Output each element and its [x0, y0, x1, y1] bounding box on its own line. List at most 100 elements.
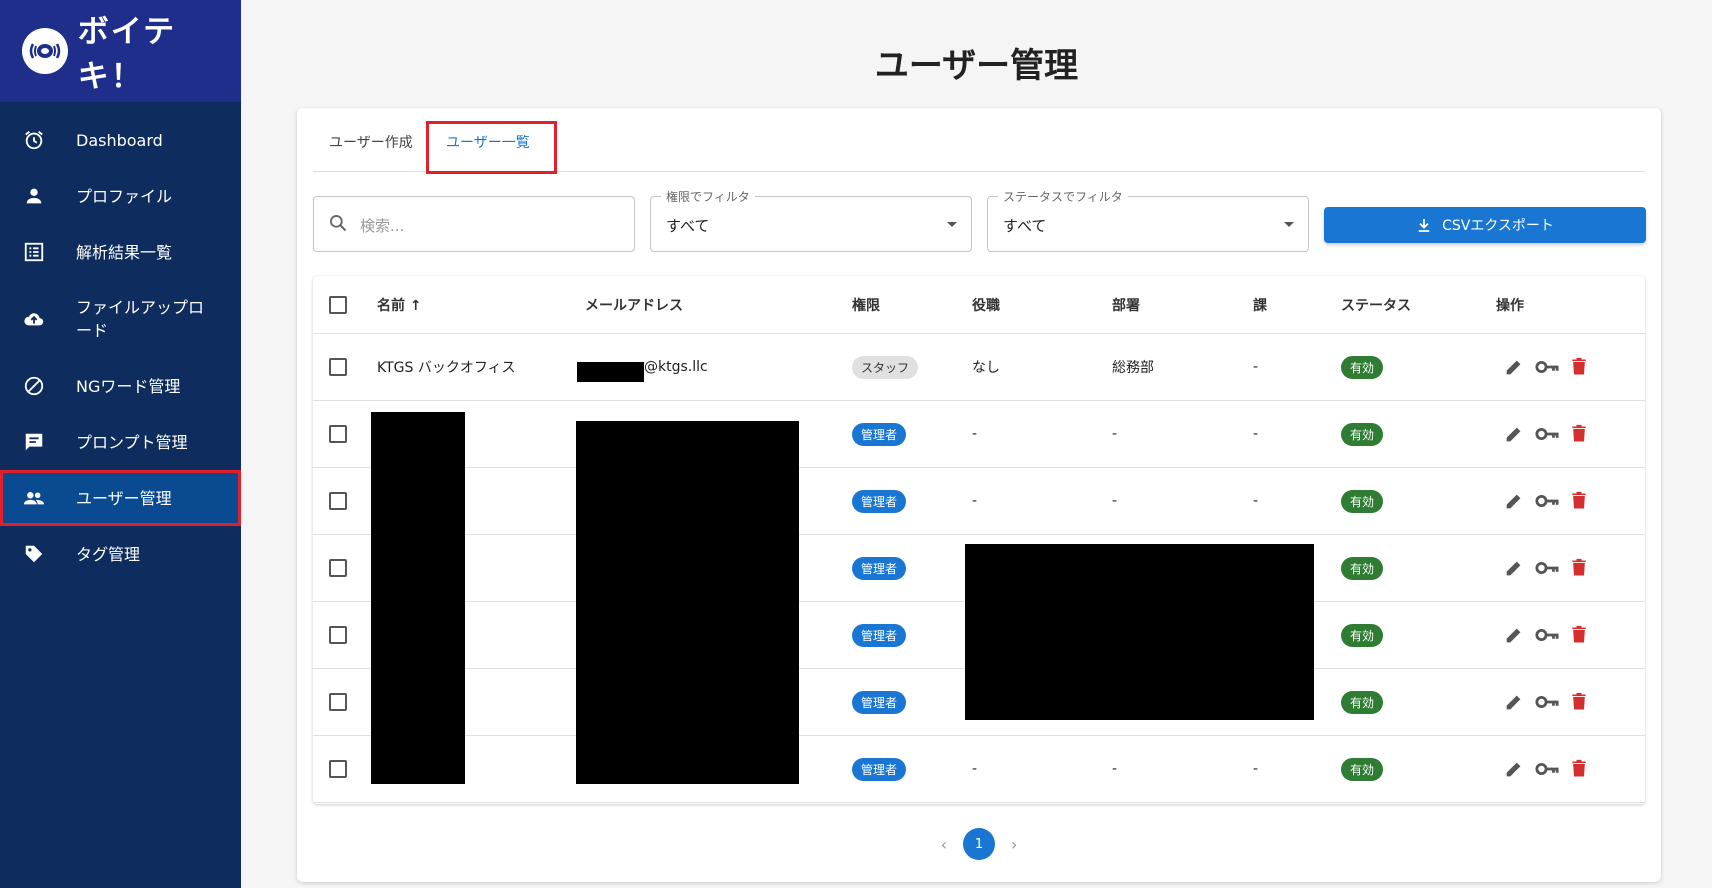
cell-status: 有効	[1341, 401, 1384, 467]
edit-icon[interactable]	[1503, 490, 1525, 512]
row-checkbox[interactable]	[329, 760, 347, 778]
cell-position: なし	[972, 360, 1000, 376]
row-actions	[1503, 401, 1599, 467]
header-status: ステータス	[1341, 297, 1411, 314]
key-icon[interactable]	[1535, 491, 1559, 511]
table-header-row: 名前 ↑ メールアドレス 権限 役職 部署 課 ステータス 操作	[313, 276, 1645, 334]
header-email: メールアドレス	[585, 297, 683, 314]
role-chip: 管理者	[852, 623, 907, 647]
key-icon[interactable]	[1535, 692, 1559, 712]
alarm-clock-icon	[22, 128, 46, 152]
row-actions	[1503, 736, 1599, 802]
user-table: 名前 ↑ メールアドレス 権限 役職 部署 課 ステータス 操作 KTGS バッ…	[313, 276, 1645, 804]
edit-icon[interactable]	[1503, 758, 1525, 780]
role-chip: 管理者	[852, 422, 907, 446]
logo-icon	[22, 28, 68, 74]
delete-icon[interactable]	[1569, 557, 1589, 579]
sidebar-item-profile[interactable]: プロファイル	[0, 168, 241, 224]
sidebar-item-label: 解析結果一覧	[76, 242, 173, 262]
people-icon	[22, 486, 46, 510]
sidebar-item-prompts[interactable]: プロンプト管理	[0, 414, 241, 470]
redaction-block	[371, 412, 465, 784]
status-chip: 有効	[1341, 422, 1384, 446]
cell-status: 有効	[1341, 535, 1384, 601]
cell-section: -	[1253, 426, 1259, 442]
tab-user-create[interactable]: ユーザー作成	[329, 132, 413, 152]
row-checkbox[interactable]	[329, 425, 347, 443]
app-logo[interactable]: ボイテキ！	[0, 0, 241, 102]
row-checkbox[interactable]	[329, 492, 347, 510]
delete-icon[interactable]	[1569, 356, 1589, 378]
cell-department: 総務部	[1112, 360, 1154, 376]
row-checkbox-cell	[329, 669, 347, 735]
download-icon	[1416, 217, 1432, 233]
sidebar-item-upload[interactable]: ファイルアップロード	[0, 280, 241, 358]
search-input[interactable]: 検索...	[313, 196, 635, 252]
sidebar-item-label: タグ管理	[76, 544, 141, 564]
row-checkbox-cell	[329, 468, 347, 534]
cell-section: -	[1253, 761, 1259, 777]
table-row: 管理者 - - - 有効	[313, 736, 1645, 803]
dropdown-arrow-icon	[1284, 222, 1294, 227]
edit-icon[interactable]	[1503, 624, 1525, 646]
tab-highlight-box	[426, 121, 557, 174]
row-checkbox-cell	[329, 535, 347, 601]
sidebar-item-label: プロファイル	[76, 186, 173, 206]
tag-icon	[22, 542, 46, 566]
csv-export-button[interactable]: CSVエクスポート	[1324, 207, 1646, 243]
tab-bar: ユーザー作成 ユーザー一覧	[313, 121, 1645, 174]
edit-icon[interactable]	[1503, 423, 1525, 445]
row-checkbox[interactable]	[329, 559, 347, 577]
next-page-button[interactable]: ›	[1011, 835, 1017, 854]
sidebar-item-users[interactable]: ユーザー管理	[0, 470, 241, 526]
sidebar-item-dashboard[interactable]: Dashboard	[0, 112, 241, 168]
row-checkbox[interactable]	[329, 358, 347, 376]
delete-icon[interactable]	[1569, 423, 1589, 445]
delete-icon[interactable]	[1569, 691, 1589, 713]
row-checkbox[interactable]	[329, 693, 347, 711]
sidebar-item-label: ファイルアップロード	[76, 298, 205, 340]
row-actions	[1503, 334, 1599, 400]
status-chip: 有効	[1341, 757, 1384, 781]
sidebar-item-ng-words[interactable]: NGワード管理	[0, 358, 241, 414]
edit-icon[interactable]	[1503, 356, 1525, 378]
page-1-button[interactable]: 1	[963, 828, 995, 860]
role-chip: 管理者	[852, 690, 907, 714]
cell-role: 管理者	[852, 535, 907, 601]
delete-icon[interactable]	[1569, 758, 1589, 780]
role-filter-select[interactable]: 権限でフィルタ すべて	[650, 188, 972, 252]
page-title: ユーザー管理	[874, 46, 1079, 86]
edit-icon[interactable]	[1503, 557, 1525, 579]
row-checkbox[interactable]	[329, 626, 347, 644]
select-all-checkbox[interactable]	[329, 295, 347, 314]
sidebar-item-tags[interactable]: タグ管理	[0, 526, 241, 582]
person-icon	[22, 184, 46, 208]
sidebar-item-label: NGワード管理	[76, 376, 181, 396]
status-filter-select[interactable]: ステータスでフィルタ すべて	[987, 188, 1309, 252]
role-chip: 管理者	[852, 556, 907, 580]
csv-export-label: CSVエクスポート	[1442, 218, 1554, 234]
cell-status: 有効	[1341, 669, 1384, 735]
cell-status: 有効	[1341, 602, 1384, 668]
key-icon[interactable]	[1535, 759, 1559, 779]
header-name[interactable]: 名前 ↑	[377, 276, 422, 333]
prev-page-button[interactable]: ‹	[941, 835, 947, 854]
key-icon[interactable]	[1535, 625, 1559, 645]
edit-icon[interactable]	[1503, 691, 1525, 713]
status-chip: 有効	[1341, 355, 1384, 379]
sidebar-item-results[interactable]: 解析結果一覧	[0, 224, 241, 280]
key-icon[interactable]	[1535, 357, 1559, 377]
key-icon[interactable]	[1535, 424, 1559, 444]
header-section: 課	[1253, 297, 1267, 314]
key-icon[interactable]	[1535, 558, 1559, 578]
cell-status: 有効	[1341, 334, 1384, 400]
delete-icon[interactable]	[1569, 624, 1589, 646]
chat-icon	[22, 430, 46, 454]
app-name: ボイテキ！	[77, 14, 177, 95]
header-role: 権限	[852, 297, 880, 314]
cell-status: 有効	[1341, 468, 1384, 534]
table-row: KTGS バックオフィス @ktgs.llc スタッフ なし 総務部 - 有効	[313, 334, 1645, 401]
cell-status: 有効	[1341, 736, 1384, 802]
delete-icon[interactable]	[1569, 490, 1589, 512]
cell-role: 管理者	[852, 736, 907, 802]
